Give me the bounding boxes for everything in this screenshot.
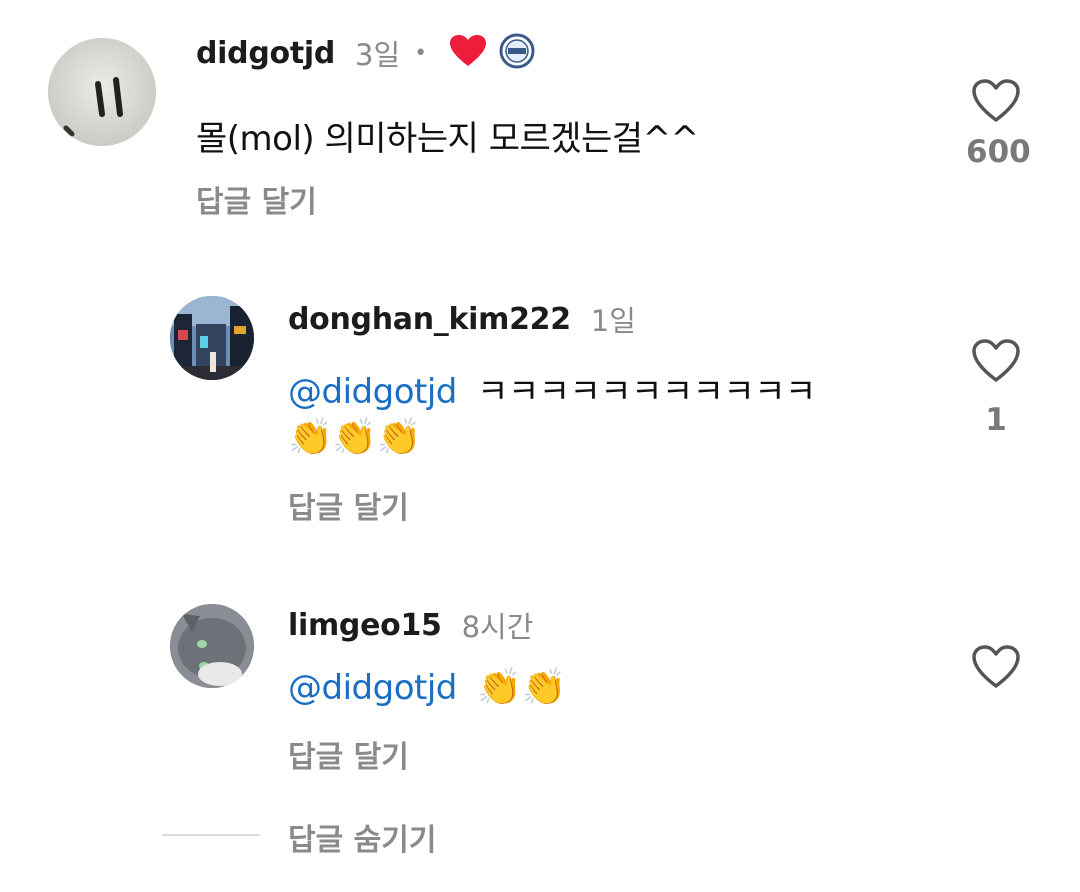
like-control: 1 bbox=[966, 338, 1026, 438]
avatar[interactable] bbox=[170, 604, 254, 688]
emoji-line: 👏👏 bbox=[477, 667, 566, 708]
comment-text: @didgotjd ㅋㅋㅋㅋㅋㅋㅋㅋㅋㅋㅋ bbox=[288, 364, 816, 413]
comment-body: ㅋㅋㅋㅋㅋㅋㅋㅋㅋㅋㅋ bbox=[477, 372, 816, 412]
replies-divider bbox=[162, 834, 260, 836]
username[interactable]: donghan_kim222 bbox=[288, 302, 571, 337]
comment-header: didgotjd 3일 • bbox=[196, 32, 535, 74]
reply-button[interactable]: 답글 달기 bbox=[288, 732, 409, 776]
mention-link[interactable]: @didgotjd bbox=[288, 668, 457, 708]
separator-dot: • bbox=[414, 40, 428, 66]
avatar[interactable] bbox=[170, 296, 254, 380]
heart-badge-icon bbox=[449, 34, 487, 72]
username[interactable]: limgeo15 bbox=[288, 608, 442, 643]
reply-item: limgeo15 8시간 @didgotjd 👏👏 답글 달기 bbox=[0, 590, 1080, 790]
avatar[interactable] bbox=[48, 38, 156, 146]
reply-item: donghan_kim222 1일 @didgotjd ㅋㅋㅋㅋㅋㅋㅋㅋㅋㅋㅋ … bbox=[0, 280, 1080, 550]
comment-text: 몰(mol) 의미하는지 모르겠는걸^^ bbox=[196, 119, 699, 159]
comment-text: @didgotjd 👏👏 bbox=[288, 666, 566, 708]
creator-badge-icon bbox=[499, 33, 535, 73]
heart-outline-icon[interactable] bbox=[966, 78, 1026, 128]
comment-header: limgeo15 8시간 bbox=[288, 604, 533, 646]
timestamp: 3일 bbox=[355, 38, 401, 72]
like-count: 600 bbox=[966, 134, 1031, 170]
emoji-line: 👏👏👏 bbox=[288, 417, 421, 458]
comment-header: donghan_kim222 1일 bbox=[288, 298, 636, 340]
username[interactable]: didgotjd bbox=[196, 36, 335, 71]
like-control: 600 bbox=[966, 78, 1031, 170]
heart-outline-icon[interactable] bbox=[966, 644, 1026, 694]
reply-button[interactable]: 답글 달기 bbox=[196, 177, 317, 221]
mention-link[interactable]: @didgotjd bbox=[288, 372, 457, 412]
hide-replies-button[interactable]: 답글 숨기기 bbox=[288, 815, 436, 859]
reply-button[interactable]: 답글 달기 bbox=[288, 483, 409, 527]
timestamp: 8시간 bbox=[461, 610, 534, 644]
like-count: 1 bbox=[985, 402, 1007, 438]
heart-outline-icon[interactable] bbox=[966, 338, 1026, 388]
like-control bbox=[966, 644, 1026, 694]
comment-item: didgotjd 3일 • 몰(mol) 의미하는지 모르겠는걸^^ 답글 달기… bbox=[0, 0, 1080, 240]
timestamp: 1일 bbox=[590, 304, 636, 338]
